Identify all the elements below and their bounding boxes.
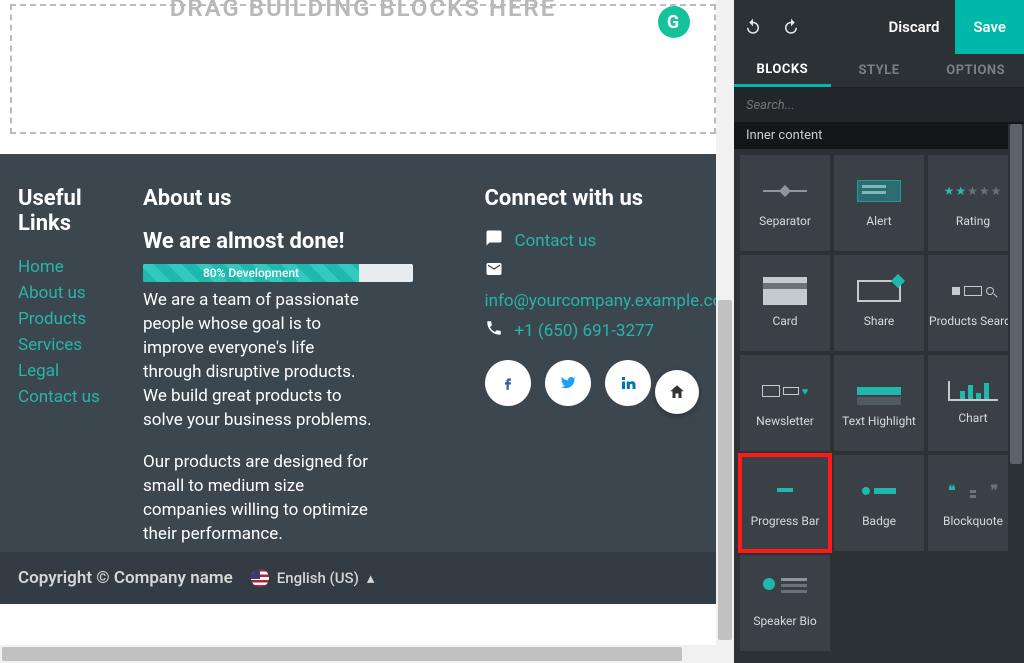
block-badge[interactable]: Badge [834, 455, 924, 551]
blocks-grid: Separator Alert ★★★★★ Rating Card Share … [734, 149, 1024, 651]
link-products[interactable]: Products [18, 306, 123, 332]
block-separator[interactable]: Separator [740, 155, 830, 251]
block-blockquote[interactable]: ❝❞ Blockquote [928, 455, 1018, 551]
useful-links-title: Useful Links [18, 186, 123, 236]
block-share[interactable]: Share [834, 255, 924, 351]
link-services[interactable]: Services [18, 332, 123, 358]
undo-button[interactable] [734, 0, 772, 54]
canvas-vertical-scrollbar[interactable] [716, 0, 734, 663]
section-inner-content: Inner content [734, 122, 1024, 149]
about-subtitle: We are almost done! [143, 229, 375, 254]
tab-style[interactable]: STYLE [831, 54, 928, 87]
twitter-button[interactable] [545, 360, 591, 406]
email-link[interactable]: info@yourcompany.example.com [485, 291, 735, 311]
flag-us-icon [251, 569, 269, 587]
block-text-highlight[interactable]: Text Highlight [834, 355, 924, 451]
discard-button[interactable]: Discard [872, 0, 955, 54]
canvas-horizontal-scrollbar[interactable] [0, 645, 716, 663]
rating-icon: ★★★★★ [948, 178, 998, 204]
block-progress-bar[interactable]: Progress Bar [740, 455, 830, 551]
block-rating[interactable]: ★★★★★ Rating [928, 155, 1018, 251]
panel-vertical-scrollbar[interactable] [1008, 124, 1024, 663]
editor-side-panel: Discard Save BLOCKS STYLE OPTIONS Inner … [734, 0, 1024, 663]
redo-button[interactable] [772, 0, 810, 54]
useful-links-column: Useful Links Home About us Products Serv… [18, 186, 123, 564]
language-label: English (US) [277, 569, 359, 587]
facebook-button[interactable] [485, 360, 531, 406]
progress-bar-widget[interactable]: 80% Development [143, 264, 413, 282]
block-chart[interactable]: Chart [928, 355, 1018, 451]
block-speaker-bio[interactable]: Speaker Bio [740, 555, 830, 651]
dropzone-label: DRAG BUILDING BLOCKS HERE [170, 0, 557, 22]
blockquote-icon: ❝❞ [948, 478, 998, 504]
tab-blocks[interactable]: BLOCKS [734, 54, 831, 87]
phone-icon [485, 319, 503, 342]
connect-title: Connect with us [485, 186, 717, 211]
about-paragraph-1: We are a team of passionate people whose… [143, 288, 375, 432]
share-icon [854, 278, 904, 304]
block-search [734, 88, 1024, 122]
grammarly-badge[interactable]: G [658, 6, 690, 38]
about-column: About us We are almost done! 80% Develop… [143, 186, 375, 564]
products-search-icon [948, 278, 998, 304]
block-products-search[interactable]: Products Search [928, 255, 1018, 351]
badge-icon [854, 478, 904, 504]
copyright-text: Copyright © Company name [18, 568, 233, 588]
envelope-icon [485, 260, 503, 283]
about-title: About us [143, 186, 375, 211]
panel-tabs: BLOCKS STYLE OPTIONS [734, 54, 1024, 88]
block-newsletter[interactable]: ♥ Newsletter [740, 355, 830, 451]
about-paragraph-2: Our products are designed for small to m… [143, 450, 375, 546]
panel-toolbar: Discard Save [734, 0, 1024, 54]
links-list: Home About us Products Services Legal Co… [18, 254, 123, 410]
contact-us-link[interactable]: Contact us [515, 231, 597, 251]
copyright-bar: Copyright © Company name English (US) ▴ [0, 552, 734, 604]
home-fab-button[interactable] [655, 370, 699, 414]
linkedin-button[interactable] [605, 360, 651, 406]
caret-up-icon: ▴ [367, 569, 375, 587]
block-card[interactable]: Card [740, 255, 830, 351]
search-input[interactable] [746, 98, 1012, 113]
progress-fill: 80% Development [143, 264, 359, 282]
link-legal[interactable]: Legal [18, 358, 123, 384]
text-highlight-icon [854, 378, 904, 404]
language-selector[interactable]: English (US) ▴ [251, 569, 375, 587]
save-button[interactable]: Save [955, 0, 1024, 54]
link-contact[interactable]: Contact us [18, 384, 123, 410]
chat-icon [485, 229, 503, 252]
progress-bar-icon [763, 478, 807, 504]
link-home[interactable]: Home [18, 254, 123, 280]
newsletter-icon: ♥ [760, 378, 810, 404]
separator-icon [760, 178, 810, 204]
editor-canvas: DRAG BUILDING BLOCKS HERE G Useful Links… [0, 0, 734, 663]
footer-block[interactable]: Useful Links Home About us Products Serv… [0, 154, 734, 604]
link-about[interactable]: About us [18, 280, 123, 306]
chart-icon [948, 381, 998, 401]
speaker-bio-icon [760, 578, 810, 604]
tab-options[interactable]: OPTIONS [927, 54, 1024, 87]
dropzone[interactable]: DRAG BUILDING BLOCKS HERE G [10, 4, 716, 134]
block-alert[interactable]: Alert [834, 155, 924, 251]
card-icon [760, 278, 810, 304]
phone-link[interactable]: +1 (650) 691-3277 [515, 321, 655, 341]
alert-icon [854, 178, 904, 204]
